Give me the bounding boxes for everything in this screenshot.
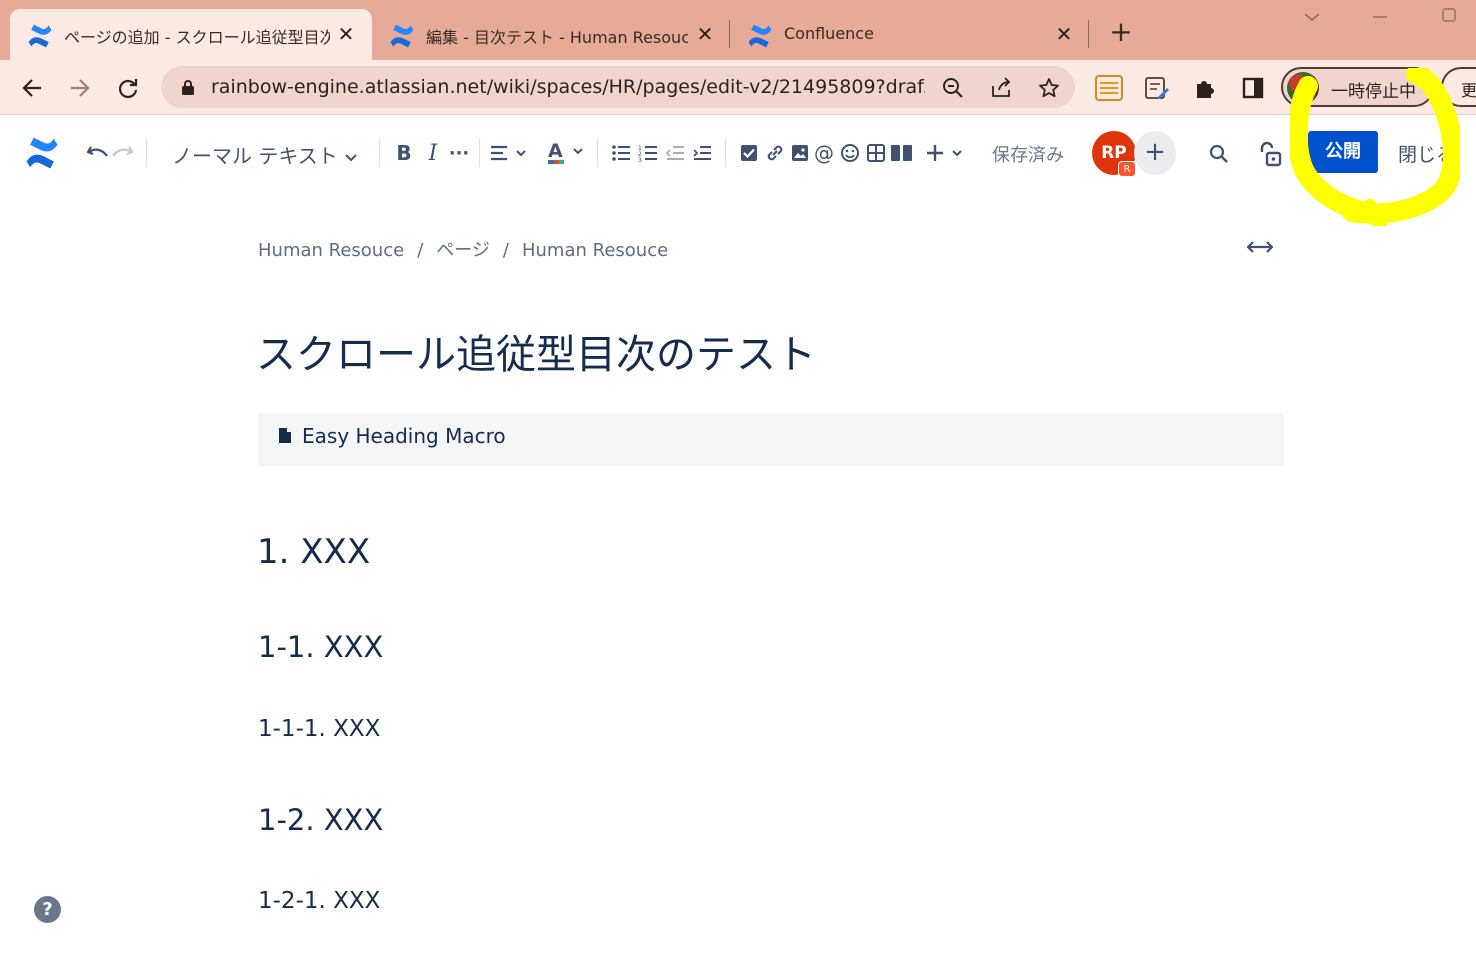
page-title[interactable]: スクロール追従型目次のテスト <box>256 322 816 380</box>
text-style-label: ノーマル テキスト <box>172 144 338 168</box>
browser-address-bar: rainbow-engine.atlassian.net/wiki/spaces… <box>0 60 1476 115</box>
tab-close-icon[interactable]: ✕ <box>334 21 358 47</box>
emoji-icon[interactable] <box>839 141 861 165</box>
profile-status-label: 一時停止中 <box>1331 82 1416 102</box>
heading-2[interactable]: 1-2. XXX <box>258 803 383 837</box>
tab-add-page[interactable]: ページの追加 - スクロール追従型目次のテスト ✕ <box>10 9 372 60</box>
maximize-icon[interactable] <box>1437 6 1461 30</box>
smartsurf-extension-icon[interactable] <box>1094 73 1124 103</box>
layout-columns-icon[interactable] <box>889 141 915 165</box>
mention-icon[interactable]: @ <box>813 141 835 165</box>
toolbar-divider <box>597 139 598 167</box>
heading-3[interactable]: 1-2-1. XXX <box>258 888 380 914</box>
help-button[interactable]: ? <box>34 896 61 923</box>
close-editor-button[interactable]: 閉じる <box>1398 140 1455 167</box>
side-panel-icon[interactable] <box>1238 73 1268 103</box>
tab-close-icon[interactable]: ✕ <box>693 21 717 47</box>
confluence-logo-icon <box>748 24 772 48</box>
more-formatting-icon[interactable]: ··· <box>448 141 470 165</box>
tab-separator <box>1088 20 1089 48</box>
chevron-down-icon <box>345 154 357 162</box>
tab-edit-toc[interactable]: 編集 - 目次テスト - Human Resouce ✕ <box>372 9 728 60</box>
new-tab-button[interactable]: + <box>1106 18 1136 48</box>
easy-heading-macro[interactable]: Easy Heading Macro <box>258 413 1284 466</box>
tab-title: Confluence <box>784 24 874 43</box>
avatar-badge: R <box>1118 161 1136 177</box>
tab-close-icon[interactable]: ✕ <box>1052 21 1076 47</box>
document-icon <box>279 428 291 443</box>
image-icon[interactable] <box>789 141 811 165</box>
undo-icon[interactable] <box>86 141 110 165</box>
breadcrumb-separator: / <box>502 240 509 261</box>
table-icon[interactable] <box>865 141 887 165</box>
bold-icon[interactable]: B <box>393 141 415 165</box>
extensions-puzzle-icon[interactable] <box>1190 73 1220 103</box>
tab-title: ページの追加 - スクロール追従型目次のテスト <box>64 28 330 47</box>
browser-tab-strip: ページの追加 - スクロール追従型目次のテスト ✕ 編集 - 目次テスト - H… <box>0 0 1476 60</box>
heading-3[interactable]: 1-1-1. XXX <box>258 716 380 742</box>
save-status-text: 保存済み <box>992 145 1064 166</box>
breadcrumb-item[interactable]: Human Resouce <box>258 240 404 261</box>
confluence-home-logo-icon[interactable] <box>20 133 64 173</box>
italic-icon[interactable]: I <box>422 141 444 166</box>
svg-text:A: A <box>548 140 563 162</box>
alignment-icon[interactable] <box>488 141 528 165</box>
confluence-logo-icon <box>28 24 52 48</box>
reload-icon[interactable] <box>111 71 145 105</box>
svg-text:3: 3 <box>638 157 642 162</box>
breadcrumb: Human Resouce / ページ / Human Resouce <box>258 236 668 262</box>
text-style-dropdown[interactable]: ノーマル テキスト <box>172 140 358 169</box>
breadcrumb-separator: / <box>417 240 424 261</box>
heading-2[interactable]: 1-1. XXX <box>258 630 383 664</box>
macro-label: Easy Heading Macro <box>302 424 506 448</box>
search-icon[interactable] <box>1206 141 1232 167</box>
restrictions-unlock-icon[interactable] <box>1256 139 1284 169</box>
bullet-list-icon[interactable] <box>610 141 632 165</box>
bookmark-star-icon[interactable] <box>1035 74 1063 102</box>
update-button[interactable]: 更 <box>1441 67 1476 107</box>
toolbar-divider <box>725 139 726 167</box>
tab-confluence[interactable]: Confluence ✕ <box>730 9 1086 60</box>
lock-icon <box>182 80 194 95</box>
profile-button[interactable]: 一時停止中 <box>1281 67 1434 107</box>
heading-1[interactable]: 1. XXX <box>257 532 370 572</box>
text-color-icon[interactable]: A <box>545 139 587 167</box>
toolbar-divider <box>379 139 380 167</box>
outdent-icon[interactable] <box>664 141 686 165</box>
url-text[interactable]: rainbow-engine.atlassian.net/wiki/spaces… <box>211 76 925 98</box>
notes-extension-icon[interactable] <box>1142 73 1172 103</box>
editor-toolbar: ノーマル テキスト B I ··· A 123 @ 保存済み RP R + 公開… <box>0 115 1476 191</box>
redo-icon[interactable] <box>110 141 134 165</box>
breadcrumb-item[interactable]: ページ <box>436 240 490 261</box>
toolbar-divider <box>146 139 147 167</box>
confluence-logo-icon <box>390 24 414 48</box>
back-arrow-icon[interactable] <box>15 71 49 105</box>
numbered-list-icon[interactable]: 123 <box>637 141 659 165</box>
zoom-icon[interactable] <box>939 74 967 102</box>
indent-icon[interactable] <box>691 141 713 165</box>
url-omnibox[interactable]: rainbow-engine.atlassian.net/wiki/spaces… <box>161 66 1075 108</box>
forward-arrow-icon[interactable] <box>63 71 97 105</box>
invite-plus-button[interactable]: + <box>1134 131 1176 175</box>
full-width-toggle-icon[interactable] <box>1246 236 1274 258</box>
publish-button[interactable]: 公開 <box>1308 131 1378 173</box>
tab-title: 編集 - 目次テスト - Human Resouce <box>426 28 688 47</box>
minimize-icon[interactable] <box>1368 6 1392 30</box>
link-icon[interactable] <box>764 141 786 165</box>
task-checkbox-icon[interactable] <box>738 141 760 165</box>
share-icon[interactable] <box>987 74 1015 102</box>
toolbar-divider <box>479 139 480 167</box>
insert-more-icon[interactable] <box>922 141 966 165</box>
breadcrumb-item[interactable]: Human Resouce <box>522 240 668 261</box>
profile-avatar <box>1287 72 1319 104</box>
tab-search-chevron-icon[interactable] <box>1300 6 1324 30</box>
